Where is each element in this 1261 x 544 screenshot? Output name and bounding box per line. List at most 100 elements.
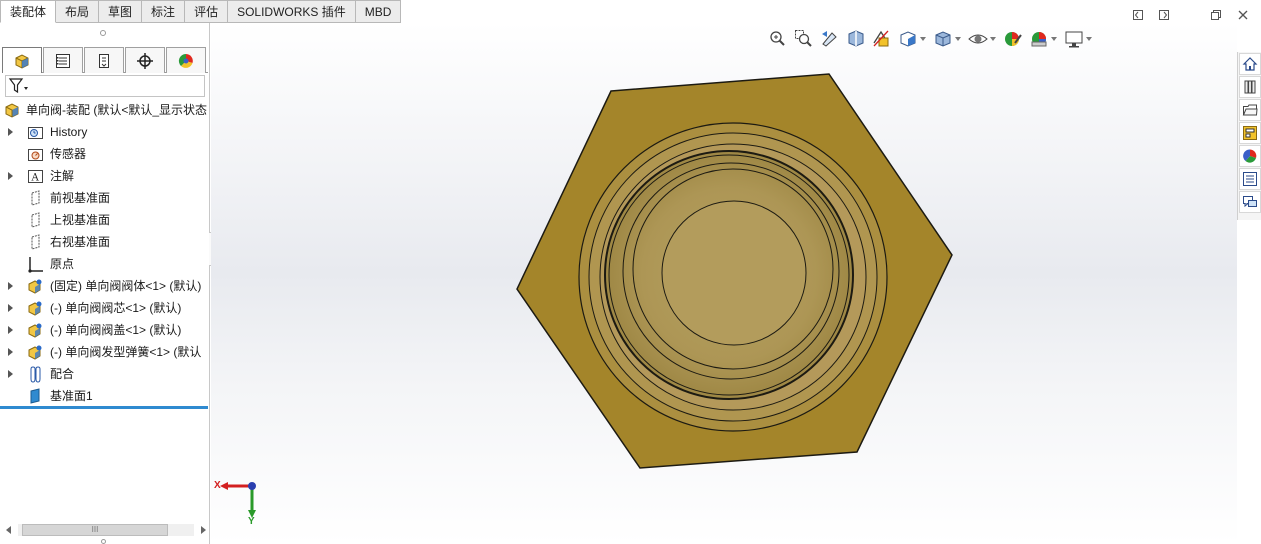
- task-pane-file-explorer[interactable]: [1239, 99, 1261, 121]
- tab-sketch[interactable]: 草图: [99, 0, 143, 23]
- tree-item-history[interactable]: History: [0, 121, 210, 143]
- tree-item-label: (固定) 单向阀阀体<1> (默认): [50, 279, 202, 293]
- task-pane-resources[interactable]: [1239, 53, 1261, 75]
- zoom-to-area-button[interactable]: [793, 28, 815, 50]
- tab-feature-manager[interactable]: [2, 47, 42, 73]
- zoom-to-fit-button[interactable]: [767, 28, 789, 50]
- tree-item-top-plane[interactable]: 上视基准面: [0, 209, 210, 231]
- previous-view-button[interactable]: [819, 28, 841, 50]
- scroll-left-icon[interactable]: [6, 526, 11, 534]
- task-pane-view-palette[interactable]: [1239, 122, 1261, 144]
- tree-item-front-plane[interactable]: 前视基准面: [0, 187, 210, 209]
- tab-markup[interactable]: 标注: [142, 0, 186, 23]
- tree-item-label: 基准面1: [50, 389, 93, 403]
- property-manager-icon: [56, 53, 70, 68]
- triad-y-label: Y: [248, 516, 255, 527]
- panel-bottom-grip[interactable]: [101, 539, 106, 544]
- triad-x-label: X: [214, 480, 221, 491]
- dropdown-arrow-icon[interactable]: [1051, 37, 1057, 41]
- tree-item-component-cap[interactable]: (-) 单向阀阀盖<1> (默认): [0, 319, 210, 341]
- assembly-icon: [5, 103, 19, 118]
- graphics-area[interactable]: X Y: [211, 23, 1237, 544]
- view-settings-button[interactable]: [1063, 28, 1085, 50]
- scroll-thumb[interactable]: III: [22, 524, 168, 536]
- tree-item-origin[interactable]: 原点: [0, 253, 210, 275]
- tab-solidworks-addins[interactable]: SOLIDWORKS 插件: [228, 0, 356, 23]
- model-view[interactable]: [211, 23, 1237, 544]
- dropdown-arrow-icon[interactable]: [1086, 37, 1092, 41]
- zoom-to-fit-icon: [770, 31, 785, 46]
- expand-arrow-icon[interactable]: [8, 304, 13, 312]
- apply-scene-button[interactable]: [1028, 28, 1050, 50]
- rollback-bar[interactable]: [0, 406, 208, 409]
- tab-evaluate[interactable]: 评估: [185, 0, 229, 23]
- apply-scene-icon: [1031, 32, 1047, 47]
- filter-icon: [8, 78, 28, 94]
- tab-dimxpert-manager[interactable]: [125, 47, 165, 73]
- section-view-icon: [848, 30, 864, 47]
- tree-item-label: (-) 单向阀阀芯<1> (默认): [50, 301, 182, 315]
- restore-button[interactable]: [1209, 8, 1223, 22]
- tree-item-label: History: [50, 125, 88, 139]
- inner-bore[interactable]: [661, 200, 807, 346]
- view-orientation-icon: [900, 31, 916, 47]
- tab-property-manager[interactable]: [43, 47, 83, 73]
- part-icon: [28, 323, 42, 338]
- previous-view-icon: [822, 31, 837, 47]
- tree-item-annotations[interactable]: A 注解: [0, 165, 210, 187]
- display-style-button[interactable]: [932, 28, 954, 50]
- tree-item-label: (-) 单向阀发型弹簧<1> (默认: [50, 345, 202, 359]
- section-view-button[interactable]: [845, 28, 867, 50]
- dropdown-arrow-icon[interactable]: [920, 37, 926, 41]
- tile-left-button[interactable]: [1131, 8, 1145, 22]
- dynamic-annotation-button[interactable]: [871, 28, 893, 50]
- view-orientation-button[interactable]: [897, 28, 919, 50]
- tree-item-mates[interactable]: 配合: [0, 363, 210, 385]
- plane-icon: [31, 234, 40, 250]
- tab-assembly[interactable]: 装配体: [0, 0, 57, 23]
- panel-grip[interactable]: [100, 30, 106, 36]
- tab-configuration-manager[interactable]: [84, 47, 124, 73]
- dropdown-arrow-icon[interactable]: [955, 37, 961, 41]
- expand-arrow-icon[interactable]: [8, 282, 13, 290]
- task-pane-design-library[interactable]: [1239, 76, 1261, 98]
- tab-display-manager[interactable]: [166, 47, 206, 73]
- tab-layout[interactable]: 布局: [56, 0, 100, 23]
- hide-show-button[interactable]: [967, 28, 989, 50]
- feature-manager-icon: [15, 53, 29, 69]
- tab-mbd[interactable]: MBD: [355, 0, 402, 23]
- feature-tree: 单向阀-装配 (默认<默认_显示状态 History 传感器 A 注解 前视基准…: [0, 99, 210, 407]
- task-pane-forum[interactable]: [1239, 191, 1261, 213]
- close-button[interactable]: [1236, 8, 1250, 22]
- tree-item-component-core[interactable]: (-) 单向阀阀芯<1> (默认): [0, 297, 210, 319]
- edit-appearance-button[interactable]: [1002, 28, 1024, 50]
- task-pane-appearances[interactable]: [1239, 145, 1261, 167]
- tree-root-assembly[interactable]: 单向阀-装配 (默认<默认_显示状态: [0, 99, 210, 121]
- expand-arrow-icon[interactable]: [8, 128, 13, 136]
- task-pane-custom-properties[interactable]: [1239, 168, 1261, 190]
- custom-properties-icon: [1243, 172, 1257, 186]
- expand-arrow-icon[interactable]: [8, 326, 13, 334]
- dropdown-arrow-icon[interactable]: [990, 37, 996, 41]
- part-icon: [28, 301, 42, 316]
- tile-right-button[interactable]: [1157, 8, 1171, 22]
- tree-item-label: 前视基准面: [50, 191, 111, 205]
- file-explorer-icon: [1242, 104, 1258, 116]
- expand-arrow-icon[interactable]: [8, 370, 13, 378]
- tree-filter[interactable]: [5, 75, 205, 97]
- tree-item-component-body[interactable]: (固定) 单向阀阀体<1> (默认): [0, 275, 210, 297]
- restore-icon: [1211, 10, 1221, 20]
- tree-item-label: 配合: [50, 367, 75, 381]
- expand-arrow-icon[interactable]: [8, 172, 13, 180]
- origin-icon: [28, 257, 43, 273]
- tile-left-icon: [1133, 10, 1143, 20]
- tree-item-component-spring[interactable]: (-) 单向阀发型弹簧<1> (默认: [0, 341, 210, 363]
- tree-item-right-plane[interactable]: 右视基准面: [0, 231, 210, 253]
- tree-item-plane1[interactable]: 基准面1: [0, 385, 210, 407]
- expand-arrow-icon[interactable]: [8, 348, 13, 356]
- scroll-right-icon[interactable]: [201, 526, 206, 534]
- tree-horizontal-scrollbar[interactable]: III: [4, 522, 208, 538]
- annotation-icon: A: [28, 170, 43, 184]
- manager-tabs: [2, 47, 208, 73]
- tree-item-sensors[interactable]: 传感器: [0, 143, 210, 165]
